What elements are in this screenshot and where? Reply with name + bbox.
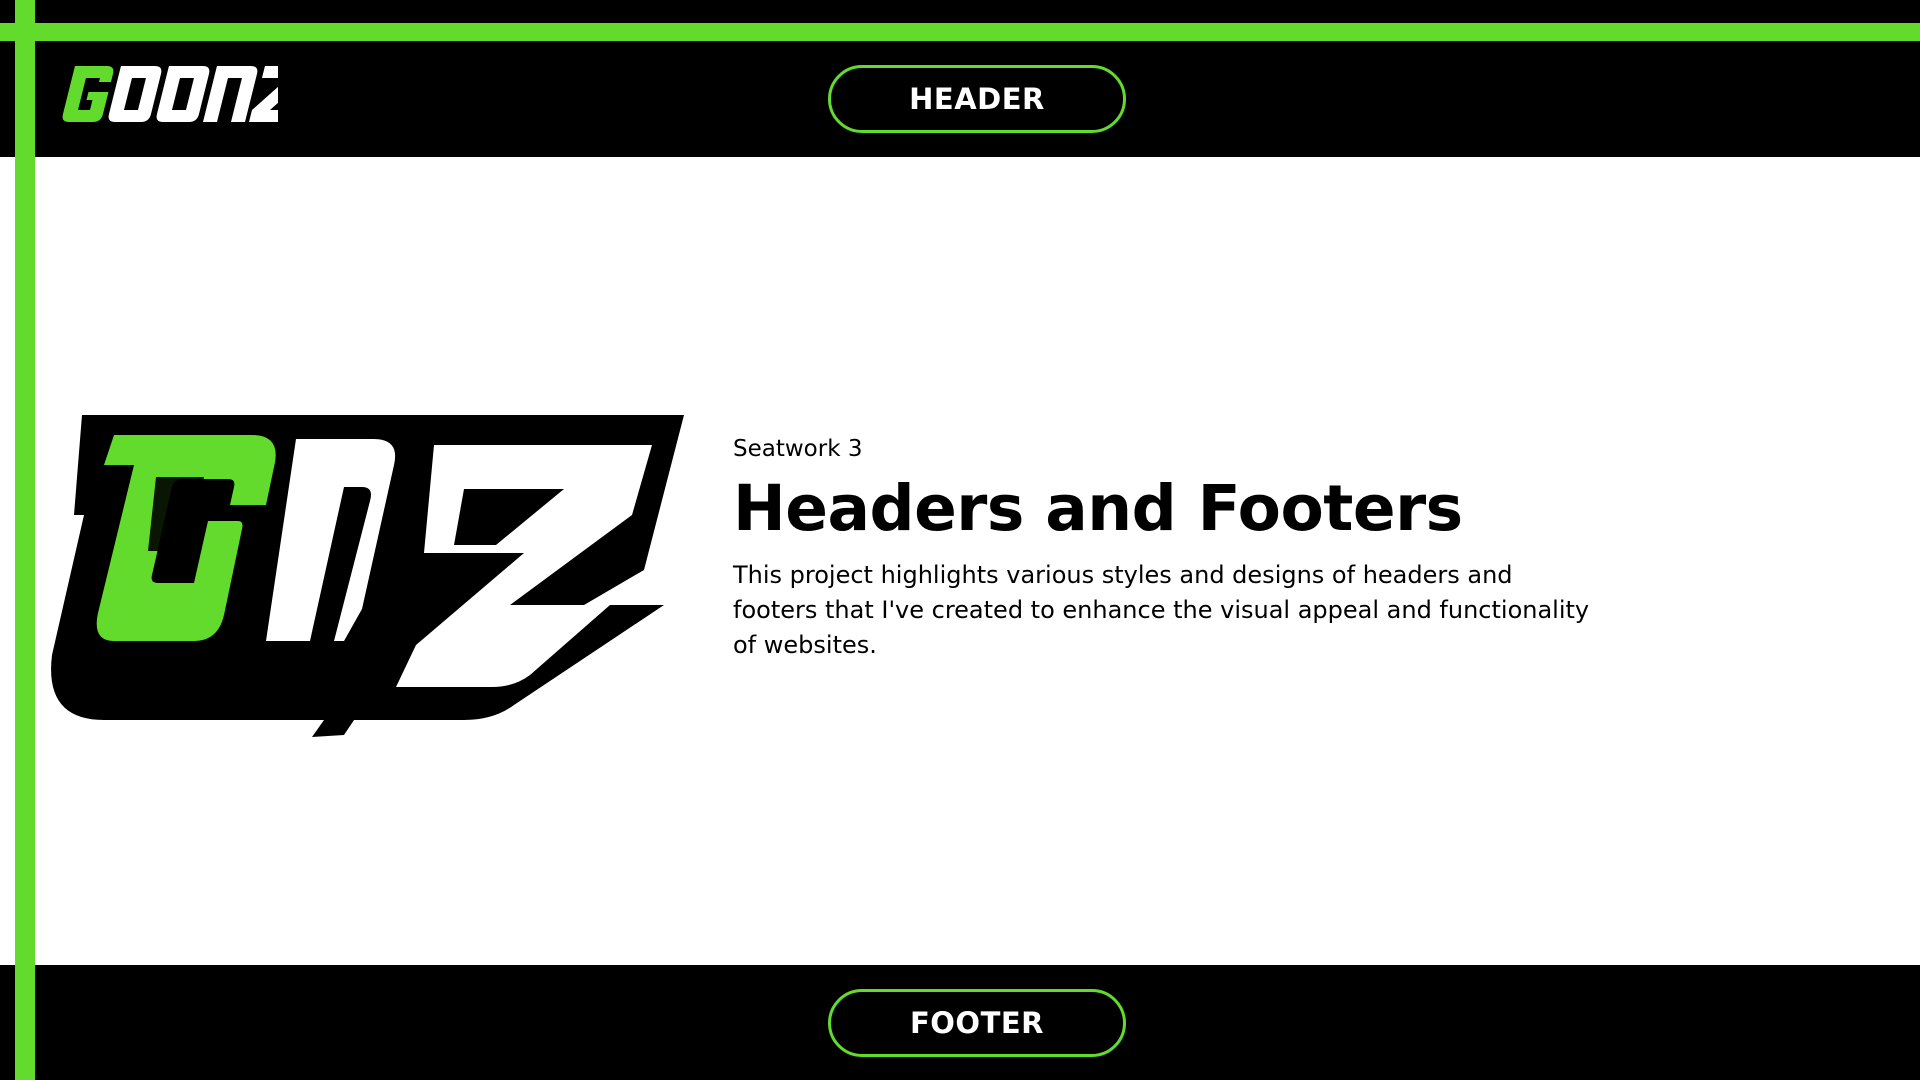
hero-text: Seatwork 3 Headers and Footers This proj…	[733, 436, 1633, 663]
footer-button-label: FOOTER	[909, 1006, 1045, 1040]
footer-button[interactable]: FOOTER	[828, 989, 1126, 1057]
header-button-label: HEADER	[909, 82, 1045, 116]
header-button[interactable]: HEADER	[828, 65, 1126, 133]
hero-description: This project highlights various styles a…	[733, 561, 1590, 660]
gnz-hero-logo	[51, 415, 684, 737]
hero-subtitle: Seatwork 3	[733, 436, 863, 462]
left-white-strip	[0, 157, 15, 965]
left-accent-stripe	[15, 0, 35, 1080]
hero-title: Headers and Footers	[733, 472, 1463, 545]
page: HEADER Seatwork 3 Headers and Footers Th…	[0, 0, 1920, 1080]
top-accent-stripe	[0, 23, 1920, 41]
goonz-logo[interactable]	[48, 60, 278, 126]
